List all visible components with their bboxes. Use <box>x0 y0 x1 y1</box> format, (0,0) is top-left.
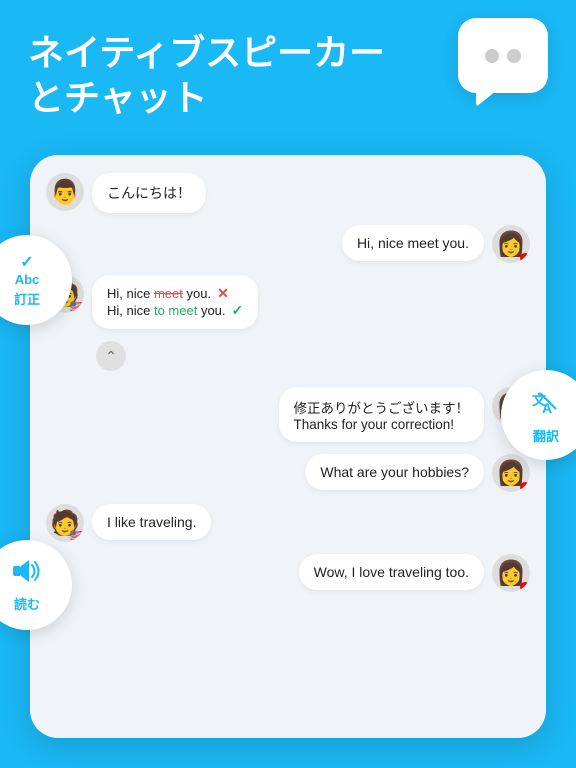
bubble-text-5: What are your hobbies? <box>320 464 469 480</box>
translate-label: 翻訳 <box>533 426 559 445</box>
scroll-up-icon[interactable]: ⌃ <box>96 341 126 371</box>
avatar-female1d: 👩 <box>492 554 530 592</box>
correction-wrong-line: Hi, nice meet you. ✕ <box>107 285 243 302</box>
double-line2: Thanks for your correction! <box>294 417 470 432</box>
correct-text: Hi, nice to meet you. <box>107 303 226 318</box>
message-row-3: 🧑 🇺🇸 Hi, nice meet you. ✕ Hi, nice to me… <box>46 275 530 329</box>
message-row-1: 👨 こんにちは！ <box>46 173 530 213</box>
chat-messages: 👨 こんにちは！ 👩 Hi, nice meet you. 🧑 🇺🇸 <box>30 155 546 610</box>
x-icon: ✕ <box>217 285 229 302</box>
correction-label: 訂正 <box>14 289 40 308</box>
check-icon: ✓ <box>232 302 244 319</box>
message-row-4: 👩 修正ありがとうございます！ Thanks for your correcti… <box>46 387 530 442</box>
message-row-2: 👩 Hi, nice meet you. <box>46 225 530 263</box>
double-line1: 修正ありがとうございます！ <box>294 397 470 417</box>
online-dot <box>520 253 530 263</box>
message-row-7: 👩 Wow, I love traveling too. <box>46 554 530 592</box>
bubble-text-1: こんにちは！ <box>107 185 191 201</box>
speaker-icon <box>11 557 43 592</box>
online-dot-3 <box>520 482 530 492</box>
correction-icon: ✓ Abc <box>15 252 40 287</box>
header-text: ネイティブスピーカー とチャット <box>28 30 385 120</box>
online-dot-4 <box>520 582 530 592</box>
message-row-6: 🧑 🇺🇸 I like traveling. <box>46 504 530 542</box>
dot1 <box>485 49 499 63</box>
dot2 <box>507 49 521 63</box>
bubble-text-2: Hi, nice meet you. <box>357 235 469 251</box>
bubble-text-7: Wow, I love traveling too. <box>314 564 469 580</box>
avatar-male2: 🧑 🇺🇸 <box>46 504 84 542</box>
avatar-male1: 👨 <box>46 173 84 211</box>
bubble-7: Wow, I love traveling too. <box>299 554 484 590</box>
flag-icon-2: 🇺🇸 <box>70 529 84 542</box>
bubble-text-6: I like traveling. <box>107 514 196 530</box>
header-line2: とチャット <box>28 75 385 120</box>
bubble-2: Hi, nice meet you. <box>342 225 484 261</box>
bubble-6: I like traveling. <box>92 504 211 540</box>
avatar-female1: 👩 <box>492 225 530 263</box>
bubble-5: What are your hobbies? <box>305 454 484 490</box>
flag-icon: 🇺🇸 <box>70 300 84 313</box>
translate-icon: 文 A <box>530 385 562 424</box>
bubble-1: こんにちは！ <box>92 173 206 213</box>
correction-right-line: Hi, nice to meet you. ✓ <box>107 302 243 319</box>
correction-bubble: Hi, nice meet you. ✕ Hi, nice to meet yo… <box>92 275 258 329</box>
chat-bubble-decoration <box>458 18 548 93</box>
read-label: 読む <box>14 594 40 613</box>
avatar-female1c: 👩 <box>492 454 530 492</box>
message-row-5: 👩 What are your hobbies? <box>46 454 530 492</box>
chat-card: 👨 こんにちは！ 👩 Hi, nice meet you. 🧑 🇺🇸 <box>30 155 546 738</box>
wrong-text: Hi, nice meet you. <box>107 286 211 301</box>
double-bubble: 修正ありがとうございます！ Thanks for your correction… <box>279 387 485 442</box>
header-line1: ネイティブスピーカー <box>28 30 385 75</box>
